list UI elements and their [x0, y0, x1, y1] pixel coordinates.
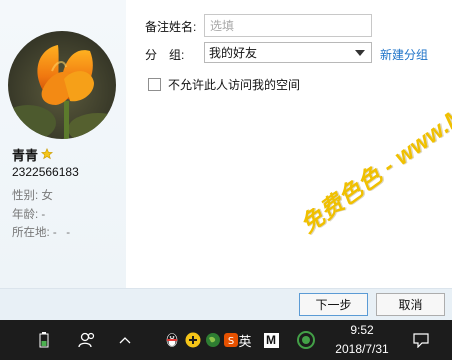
remark-name-input[interactable]	[204, 14, 372, 37]
security-icon[interactable]	[294, 320, 318, 360]
ime-language-indicator[interactable]: 英	[236, 320, 254, 360]
privacy-checkbox[interactable]	[148, 78, 161, 91]
taskbar-clock[interactable]: 9:52 2018/7/31	[326, 321, 398, 359]
add-circle-icon[interactable]	[183, 320, 203, 360]
contact-profile-pane: 青青 2322566183 性别: 女 年龄: - 所在地: - -	[0, 0, 126, 288]
people-icon[interactable]	[76, 320, 98, 360]
add-friend-dialog: 青青 2322566183 性别: 女 年龄: - 所在地: - - 备注姓名:…	[0, 0, 452, 320]
clock-time: 9:52	[350, 323, 374, 337]
network-globe-icon[interactable]	[204, 320, 222, 360]
new-group-link[interactable]: 新建分组	[380, 46, 428, 63]
qq-penguin-icon[interactable]	[163, 320, 181, 360]
gender-info: 性别: 女	[12, 190, 53, 202]
clock-date: 2018/7/31	[335, 342, 389, 356]
notification-icon[interactable]	[410, 320, 432, 360]
cancel-button[interactable]: 取消	[376, 293, 445, 316]
age-info: 年龄: -	[12, 209, 46, 221]
privacy-checkbox-label[interactable]: 不允许此人访问我的空间	[168, 76, 300, 93]
svg-text:S: S	[228, 336, 234, 347]
location-info: 所在地: - -	[12, 227, 71, 239]
ime-mode-label: M	[263, 332, 279, 348]
group-select[interactable]: 我的好友	[204, 42, 372, 63]
nickname-row: 青青	[12, 146, 53, 163]
star-icon	[41, 148, 53, 160]
qq-number: 2322566183	[12, 165, 79, 179]
ime-mode-indicator[interactable]: M	[262, 320, 280, 360]
nickname: 青青	[12, 147, 39, 163]
next-button[interactable]: 下一步	[299, 293, 368, 316]
avatar	[8, 31, 116, 139]
battery-icon[interactable]	[34, 320, 54, 360]
remark-label: 备注姓名:	[145, 20, 197, 34]
chevron-down-icon[interactable]	[355, 50, 365, 56]
chevron-up-icon[interactable]	[116, 320, 134, 360]
group-label: 分 组:	[145, 48, 185, 62]
group-select-value: 我的好友	[209, 46, 258, 60]
